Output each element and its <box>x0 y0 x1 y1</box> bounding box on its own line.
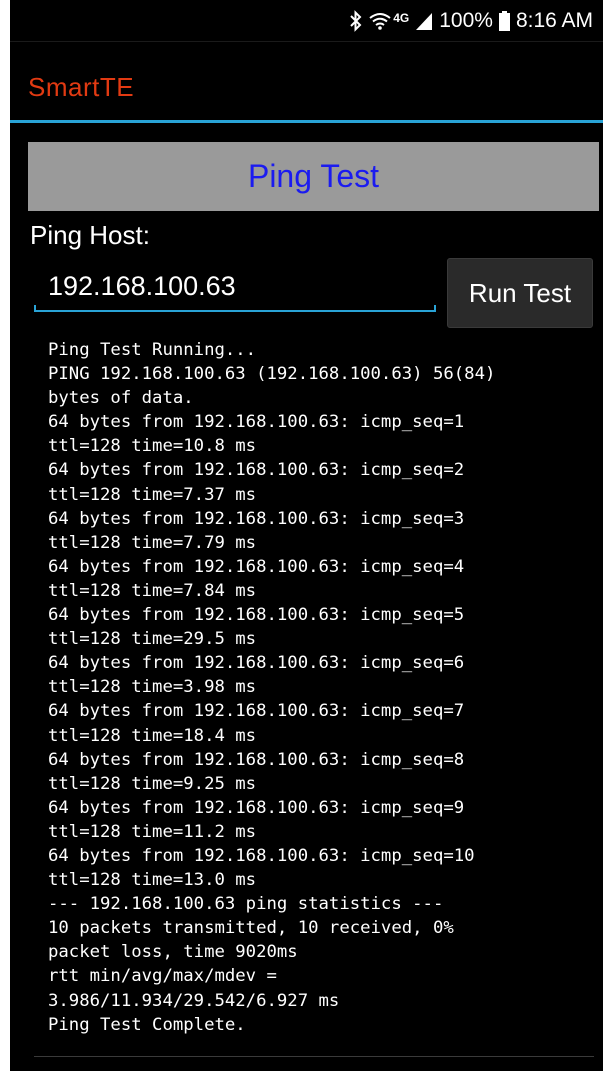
ping-test-header-button[interactable]: Ping Test <box>28 142 599 211</box>
ping-host-input-underline <box>34 305 436 312</box>
output-line: 64 bytes from 192.168.100.63: icmp_seq=5 <box>48 605 465 626</box>
output-line: packet loss, time 9020ms <box>48 942 298 963</box>
status-bar: 4G 100% 8:16 AM <box>10 0 603 42</box>
output-line: 64 bytes from 192.168.100.63: icmp_seq=1… <box>48 845 475 866</box>
status-time: 8:16 AM <box>515 9 593 32</box>
app-screen: 4G 100% 8:16 AM SmartTE Ping Test Ping H… <box>10 0 603 1071</box>
ping-output-log: Ping Test Running... PING 192.168.100.63… <box>48 338 598 1037</box>
output-line: ttl=128 time=11.2 ms <box>48 821 257 842</box>
app-bar-accent-line <box>10 120 603 123</box>
output-line: 64 bytes from 192.168.100.63: icmp_seq=1 <box>48 412 465 433</box>
output-line: 3.986/11.934/29.542/6.927 ms <box>48 990 340 1011</box>
output-line: 10 packets transmitted, 10 received, 0% <box>48 918 454 939</box>
output-line: ttl=128 time=7.37 ms <box>48 484 257 505</box>
output-line: rtt min/avg/max/mdev = <box>48 966 277 987</box>
output-line: ttl=128 time=13.0 ms <box>48 870 257 891</box>
bluetooth-icon <box>349 10 363 32</box>
output-line: ttl=128 time=18.4 ms <box>48 725 257 746</box>
output-line: 64 bytes from 192.168.100.63: icmp_seq=6 <box>48 653 465 674</box>
signal-icon <box>415 11 433 31</box>
ping-host-input[interactable] <box>34 262 436 310</box>
battery-percent: 100% <box>439 9 493 32</box>
output-line: ttl=128 time=29.5 ms <box>48 629 257 650</box>
output-line: bytes of data. <box>48 388 194 409</box>
output-line: ttl=128 time=3.98 ms <box>48 677 257 698</box>
output-line: Ping Test Running... <box>48 340 257 360</box>
output-line: PING 192.168.100.63 (192.168.100.63) 56(… <box>48 364 496 385</box>
ping-host-label: Ping Host: <box>30 220 150 250</box>
output-line: --- 192.168.100.63 ping statistics --- <box>48 894 444 915</box>
output-line: 64 bytes from 192.168.100.63: icmp_seq=3 <box>48 508 465 529</box>
wifi-icon <box>369 11 391 31</box>
output-line: ttl=128 time=7.79 ms <box>48 532 257 553</box>
app-title: SmartTE <box>28 72 135 102</box>
output-line: 64 bytes from 192.168.100.63: icmp_seq=7 <box>48 701 465 722</box>
output-line: 64 bytes from 192.168.100.63: icmp_seq=8 <box>48 749 465 770</box>
app-bar: SmartTE <box>10 42 603 120</box>
output-line: 64 bytes from 192.168.100.63: icmp_seq=9 <box>48 797 465 818</box>
output-line: ttl=128 time=9.25 ms <box>48 773 257 794</box>
output-line: 64 bytes from 192.168.100.63: icmp_seq=2 <box>48 460 465 481</box>
output-line: ttl=128 time=7.84 ms <box>48 580 257 601</box>
output-line: 64 bytes from 192.168.100.63: icmp_seq=4 <box>48 556 465 577</box>
output-line: ttl=128 time=10.8 ms <box>48 436 257 457</box>
battery-icon <box>498 11 510 31</box>
output-line: Ping Test Complete. <box>48 1014 246 1035</box>
run-test-button[interactable]: Run Test <box>447 258 593 328</box>
network-type-label: 4G <box>393 11 410 25</box>
bottom-divider <box>34 1056 594 1057</box>
